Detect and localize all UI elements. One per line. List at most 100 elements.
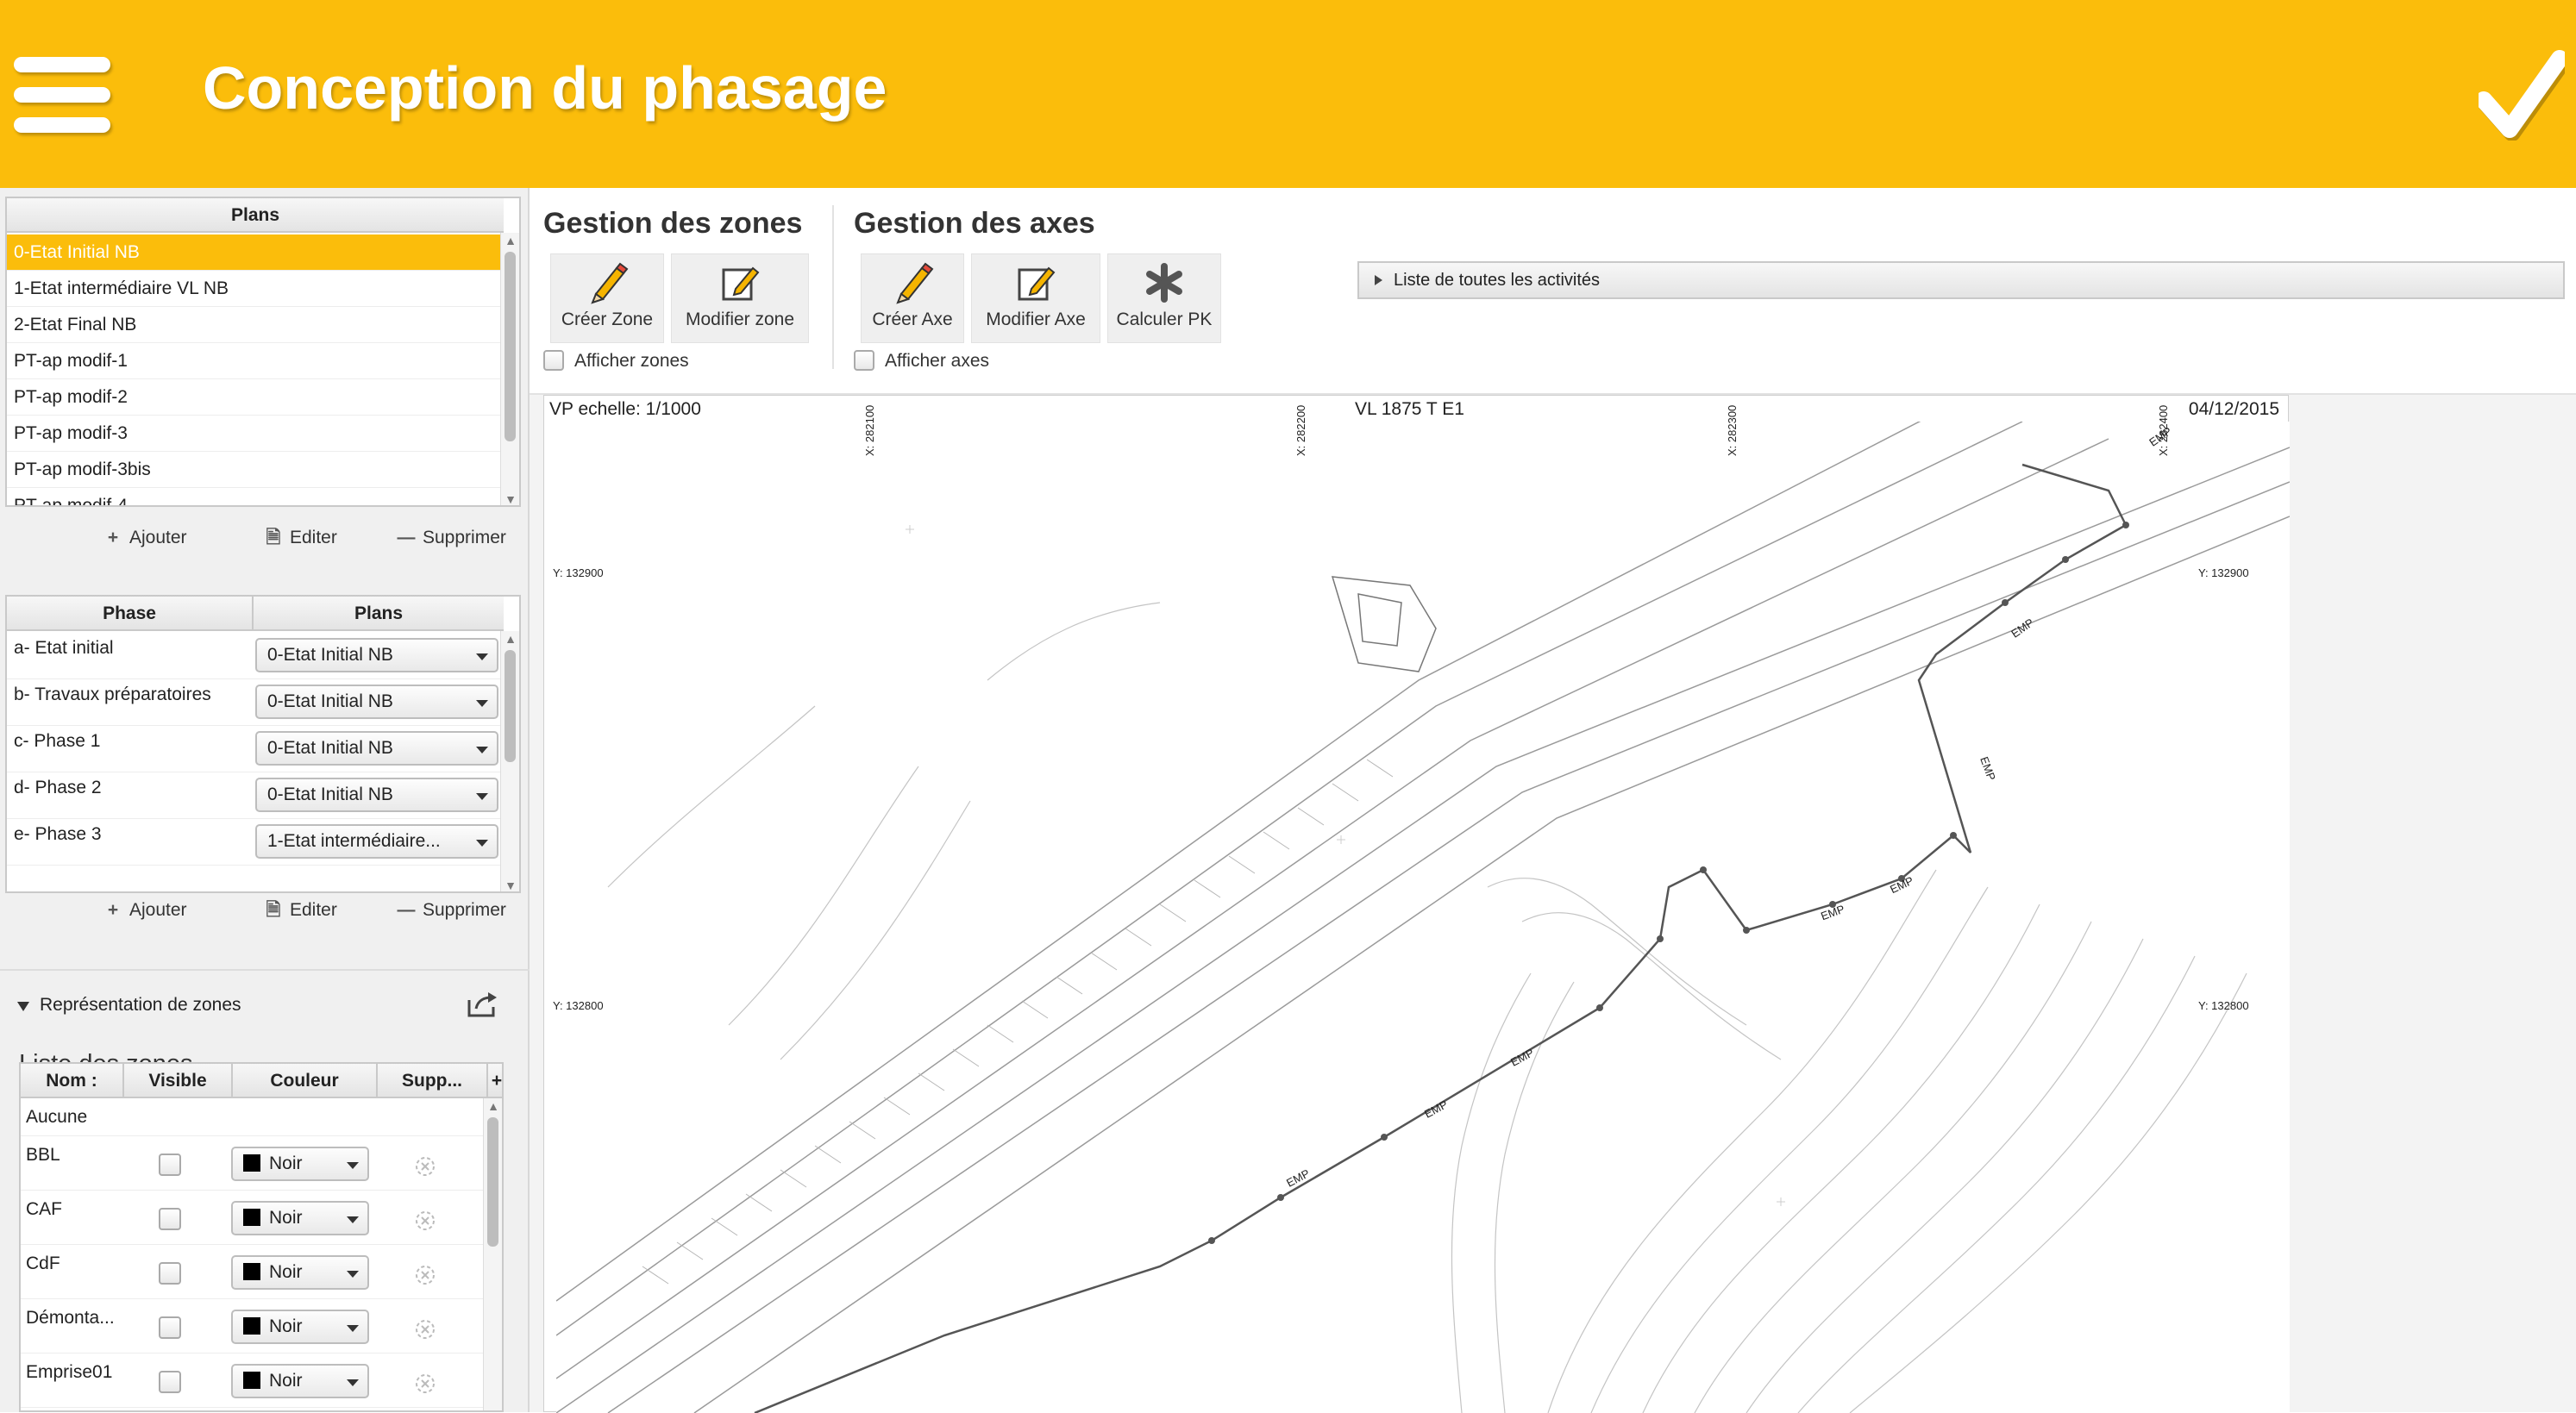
zone-row[interactable]: CdF Noir [21, 1245, 490, 1299]
chevron-down-icon [347, 1162, 359, 1169]
zone-name: Démonta... [26, 1308, 115, 1328]
zone-color-select[interactable]: Noir [231, 1310, 369, 1344]
edit-plan-button[interactable]: 🗎 Editer [264, 519, 337, 557]
select-value: 1-Etat intermédiaire... [267, 831, 441, 851]
select-value: Noir [269, 1208, 303, 1228]
show-axes-label: Afficher axes [885, 351, 990, 371]
show-zones-checkbox[interactable]: Afficher zones [543, 350, 689, 376]
phase-row[interactable]: b- Travaux préparatoires 0-Etat Initial … [7, 679, 504, 726]
zone-name: Aucune [26, 1107, 88, 1127]
plus-icon: + [107, 528, 119, 547]
zone-color-select[interactable]: Noir [231, 1364, 369, 1398]
create-zone-button[interactable]: Créer Zone [550, 253, 664, 343]
select-value: Noir [269, 1316, 303, 1336]
plan-row[interactable]: 2-Etat Final NB [7, 307, 504, 343]
zone-visible-checkbox[interactable] [159, 1154, 181, 1176]
zone-visible-checkbox[interactable] [159, 1371, 181, 1393]
delete-zone-icon[interactable] [414, 1318, 436, 1341]
add-zone-button[interactable]: + [486, 1064, 502, 1098]
map-canvas[interactable] [556, 422, 2290, 1413]
phase-name: b- Travaux préparatoires [14, 685, 211, 704]
select-value: 0-Etat Initial NB [267, 785, 393, 804]
zones-table: Nom : Visible Couleur Supp... + Aucune B… [19, 1062, 504, 1412]
delete-phase-button[interactable]: — Supprimer [397, 891, 506, 929]
edit-phase-button[interactable]: 🗎 Editer [264, 891, 337, 929]
y-coord-label: Y: 132800 [553, 999, 604, 1012]
add-plan-button[interactable]: + Ajouter [103, 519, 187, 557]
chevron-down-icon [476, 700, 488, 707]
phase-row[interactable]: d- Phase 2 0-Etat Initial NB [7, 772, 504, 819]
phase-name: e- Phase 3 [14, 824, 102, 844]
zone-visible-checkbox[interactable] [159, 1208, 181, 1230]
select-value: 0-Etat Initial NB [267, 645, 393, 665]
checkmark-icon[interactable] [2475, 50, 2571, 141]
zone-visible-checkbox[interactable] [159, 1262, 181, 1285]
zone-name: CdF [26, 1254, 60, 1273]
zone-name: Emprise01 [26, 1362, 113, 1382]
compute-pk-label: Calculer PK [1116, 309, 1213, 329]
hamburger-menu-icon[interactable] [14, 57, 110, 133]
pencil-icon [896, 262, 934, 304]
zone-row[interactable]: BBL Noir [21, 1136, 490, 1191]
show-axes-checkbox[interactable]: Afficher axes [854, 350, 989, 376]
zone-row[interactable]: Démonta... Noir [21, 1299, 490, 1354]
zone-color-select[interactable]: Noir [231, 1201, 369, 1235]
phase-row[interactable]: e- Phase 3 1-Etat intermédiaire... [7, 819, 504, 866]
phase-plan-select[interactable]: 1-Etat intermédiaire... [255, 824, 498, 859]
zone-visible-checkbox[interactable] [159, 1316, 181, 1339]
zones-scrollbar[interactable]: ▲ [483, 1098, 502, 1410]
phase-plan-select[interactable]: 0-Etat Initial NB [255, 685, 498, 719]
phase-row[interactable]: a- Etat initial 0-Etat Initial NB [7, 633, 504, 679]
activities-list-toggle[interactable]: Liste de toutes les activités [1357, 261, 2565, 299]
color-swatch [243, 1209, 260, 1226]
x-coord-label: X: 282100 [863, 404, 876, 456]
chevron-down-icon [347, 1216, 359, 1223]
zone-row[interactable]: Aucune [21, 1100, 490, 1136]
minus-icon: — [397, 528, 416, 547]
edit-document-icon: 🗎 [266, 528, 281, 547]
zone-color-select[interactable]: Noir [231, 1255, 369, 1290]
phase-plan-select[interactable]: 0-Etat Initial NB [255, 778, 498, 812]
plan-row[interactable]: PT-ap modif-2 [7, 379, 504, 416]
modify-zone-button[interactable]: Modifier zone [671, 253, 809, 343]
export-icon[interactable] [466, 990, 500, 1019]
phase-name: d- Phase 2 [14, 778, 102, 797]
plan-row[interactable]: PT-ap modif-3 [7, 416, 504, 452]
phase-name: c- Phase 1 [14, 731, 101, 751]
zone-row[interactable]: Emprise01 Noir [21, 1354, 490, 1408]
phase-row[interactable]: c- Phase 1 0-Etat Initial NB [7, 726, 504, 772]
plan-row[interactable]: 1-Etat intermédiaire VL NB [7, 271, 504, 307]
select-value: 0-Etat Initial NB [267, 738, 393, 758]
chevron-down-icon [476, 840, 488, 847]
plans-scrollbar[interactable]: ▲ ▼ [500, 233, 519, 505]
create-axis-button[interactable]: Créer Axe [861, 253, 964, 343]
modify-axis-button[interactable]: Modifier Axe [971, 253, 1100, 343]
plan-row[interactable]: 0-Etat Initial NB [7, 234, 504, 271]
delete-zone-icon[interactable] [414, 1372, 436, 1395]
compute-pk-button[interactable]: Calculer PK [1107, 253, 1221, 343]
zone-color-select[interactable]: Noir [231, 1147, 369, 1181]
zone-representation-toggle[interactable]: Représentation de zones [0, 969, 530, 1038]
page-title: Conception du phasage [203, 54, 887, 122]
phase-scrollbar[interactable]: ▲ ▼ [500, 631, 519, 891]
plan-row[interactable]: PT-ap modif-3bis [7, 452, 504, 488]
delete-zone-icon[interactable] [414, 1210, 436, 1232]
left-panel: Plans 0-Etat Initial NB 1-Etat intermédi… [0, 188, 530, 1412]
add-phase-button[interactable]: + Ajouter [103, 891, 187, 929]
delete-zone-icon[interactable] [414, 1264, 436, 1286]
delete-zone-icon[interactable] [414, 1155, 436, 1178]
plan-row[interactable]: PT-ap modif-4 [7, 488, 504, 505]
checkbox[interactable] [543, 350, 564, 371]
survey-plan-drawing [556, 422, 2290, 1413]
delete-plan-button[interactable]: — Supprimer [397, 519, 506, 557]
checkbox[interactable] [854, 350, 874, 371]
phase-plan-select[interactable]: 0-Etat Initial NB [255, 638, 498, 672]
zone-name: CAF [26, 1199, 62, 1219]
plan-row[interactable]: PT-ap modif-1 [7, 343, 504, 379]
zone-representation-label: Représentation de zones [40, 995, 241, 1015]
map-sheet[interactable]: VP echelle: 1/1000 VL 1875 T E1 04/12/20… [543, 395, 2290, 1413]
select-value: Noir [269, 1371, 303, 1391]
map-date: 04/12/2015 [2188, 399, 2279, 419]
zone-row[interactable]: CAF Noir [21, 1191, 490, 1245]
phase-plan-select[interactable]: 0-Etat Initial NB [255, 731, 498, 766]
